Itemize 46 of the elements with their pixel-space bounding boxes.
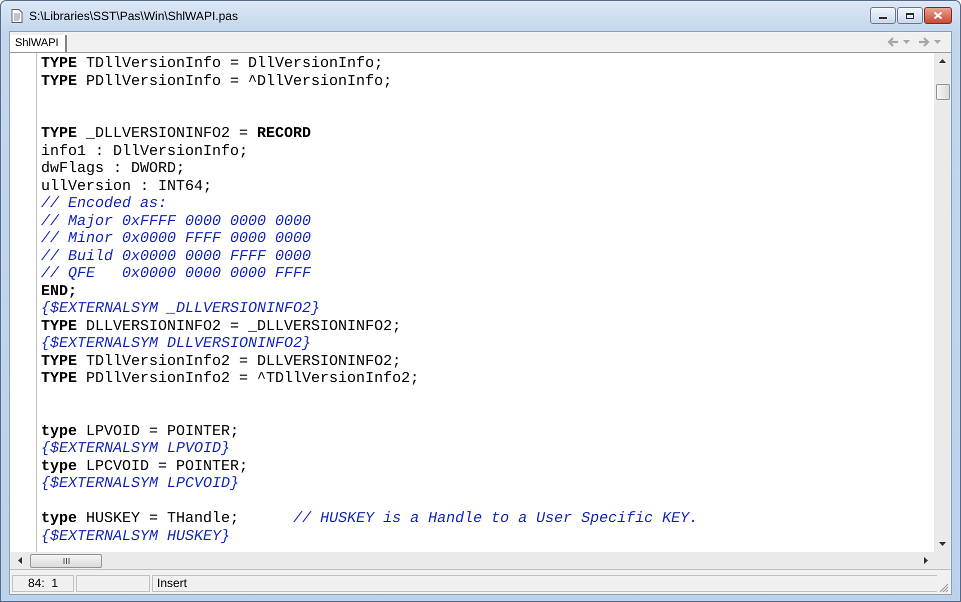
code-line: type LPVOID = POINTER; xyxy=(41,422,240,440)
dropdown-caret-icon[interactable] xyxy=(934,40,941,44)
code-line: // Build 0x0000 0000 FFFF 0000 xyxy=(41,248,312,264)
code-line: type LPCVOID = POINTER; xyxy=(41,458,248,474)
document-icon xyxy=(11,9,23,23)
scroll-right-icon[interactable] xyxy=(924,557,928,564)
code-line: // Major 0xFFFF 0000 0000 0000 xyxy=(41,212,312,230)
code-line: // Minor 0x0000 FFFF 0000 0000 xyxy=(41,230,312,247)
scroll-up-icon[interactable] xyxy=(939,59,946,63)
code-line: ullVersion : INT64; xyxy=(41,178,212,194)
code-line: TYPE PDllVersionInfo2 = ^TDllVersionInfo2; xyxy=(41,370,420,387)
code-line: TYPE _DLLVERSIONINFO2 = RECORD xyxy=(41,125,312,142)
tab[interactable]: ShlWAPI xyxy=(10,35,67,52)
code-line: type HUSKEY = THandle; // HUSKEY is a Handle to a User Specific KEY. xyxy=(41,510,698,527)
vertical-scrollbar[interactable] xyxy=(934,53,951,552)
code-line: END; xyxy=(41,282,78,300)
forward-arrow-icon[interactable] xyxy=(918,37,930,47)
grip-icon xyxy=(62,558,70,564)
code-line: // QFE 0x0000 0000 0000 FFFF xyxy=(41,265,312,282)
code-line: {$EXTERNALSYM _DLLVERSIONINFO2} xyxy=(41,300,320,317)
resize-grip-icon[interactable] xyxy=(939,583,949,593)
code-line: TYPE TDllVersionInfo2 = DLLVERSIONINFO2; xyxy=(41,352,402,370)
code-line: dwFlags : DWORD; xyxy=(41,160,186,177)
minimize-button[interactable] xyxy=(870,7,896,24)
code-line: TYPE PDllVersionInfo = ^DllVersionInfo; xyxy=(41,72,392,90)
code-line: TYPE TDllVersionInfo = DllVersionInfo; xyxy=(41,55,384,72)
scroll-thumb[interactable] xyxy=(936,84,950,100)
code-line: {$EXTERNALSYM HUSKEY} xyxy=(41,528,230,544)
code-line: info1 : DllVersionInfo; xyxy=(41,142,248,160)
scroll-thumb[interactable] xyxy=(30,554,102,568)
code-line: {$EXTERNALSYM LPVOID} xyxy=(41,440,230,457)
scroll-left-icon[interactable] xyxy=(18,557,22,564)
window-title: S:\Libraries\SST\Pas\Win\ShlWAPI.pas xyxy=(29,9,238,23)
maximize-button[interactable] xyxy=(897,7,923,24)
code-line: {$EXTERNALSYM LPCVOID} xyxy=(41,475,240,492)
maximize-icon xyxy=(905,12,915,20)
close-button[interactable] xyxy=(924,7,952,24)
scroll-down-icon[interactable] xyxy=(939,542,946,546)
cursor-position: 84: 1 xyxy=(12,574,74,592)
back-arrow-icon[interactable] xyxy=(887,37,899,47)
close-icon xyxy=(933,11,943,20)
dropdown-caret-icon[interactable] xyxy=(903,40,910,44)
code-line: // Encoded as: xyxy=(41,195,168,212)
code-line: TYPE DLLVERSIONINFO2 = _DLLVERSIONINFO2; xyxy=(41,318,402,334)
edit-mode: Insert xyxy=(152,574,937,592)
code-line: {$EXTERNALSYM DLLVERSIONINFO2} xyxy=(41,335,312,352)
